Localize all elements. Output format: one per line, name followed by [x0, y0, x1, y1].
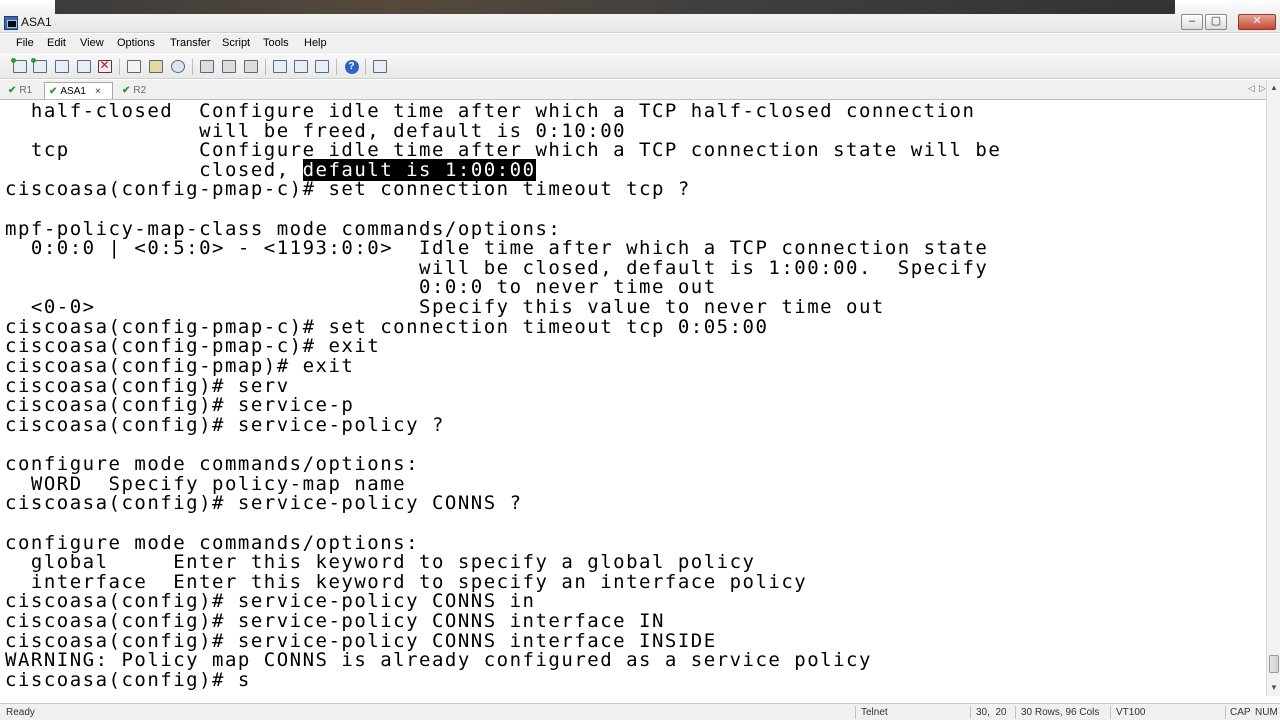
- terminal-line: WORD Specify policy-map name: [5, 473, 407, 495]
- terminal-scrollbar[interactable]: ▲ ▼: [1266, 80, 1280, 696]
- status-num-lock: NUM: [1255, 707, 1278, 718]
- status-divider: [970, 706, 971, 719]
- toolbar-separator: [365, 59, 366, 75]
- toolbar-separator: [265, 59, 266, 75]
- terminal-line: ciscoasa(config)# s: [5, 669, 251, 691]
- status-divider: [1110, 706, 1111, 719]
- paste-icon[interactable]: [147, 58, 164, 75]
- terminal-line: will be freed, default is 0:10:00: [5, 120, 627, 142]
- menu-bar: File Edit View Options Transfer Script T…: [0, 34, 1280, 54]
- menu-edit[interactable]: Edit: [47, 37, 66, 49]
- terminal-line: closed, default is 1:00:00: [5, 159, 536, 181]
- scrollbar-thumb[interactable]: [1269, 655, 1279, 673]
- minimize-button[interactable]: –: [1181, 14, 1203, 30]
- print-icon[interactable]: [198, 58, 215, 75]
- toolbar-separator: [192, 59, 193, 75]
- tab-close-icon[interactable]: ×: [95, 86, 101, 97]
- connect-tab-icon[interactable]: [53, 58, 70, 75]
- tab-asa1[interactable]: ✔ ASA1 ×: [44, 82, 113, 99]
- toolbar-separator: [336, 59, 337, 75]
- disconnect-icon[interactable]: [96, 58, 113, 75]
- terminal-line: ciscoasa(config)# service-policy CONNS i…: [5, 610, 665, 632]
- tab-label: R2: [133, 85, 147, 96]
- status-bar: Ready Telnet 30, 20 30 Rows, 96 Cols VT1…: [0, 703, 1280, 720]
- menu-help[interactable]: Help: [304, 37, 327, 49]
- terminal-line: ciscoasa(config-pmap-c)# exit: [5, 335, 381, 357]
- tab-r2[interactable]: ✔ R2: [118, 82, 150, 99]
- terminal-line: WARNING: Policy map CONNS is already con…: [5, 649, 872, 671]
- status-cursor-position: 30, 20: [976, 707, 1007, 718]
- terminal-line: ciscoasa(config)# service-policy CONNS ?: [5, 492, 523, 514]
- menu-view[interactable]: View: [80, 37, 104, 49]
- terminal-line: ciscoasa(config)# serv: [5, 375, 290, 397]
- status-divider: [1225, 706, 1226, 719]
- scroll-up-icon[interactable]: ▲: [1269, 83, 1279, 93]
- global-options-icon[interactable]: [292, 58, 309, 75]
- terminal-line: configure mode commands/options:: [5, 453, 420, 475]
- terminal-line: configure mode commands/options:: [5, 532, 420, 554]
- session-options-icon[interactable]: [271, 58, 288, 75]
- terminal-line: global Enter this keyword to specify a g…: [5, 551, 756, 573]
- window-title: ASA1: [21, 15, 52, 29]
- terminal-line: interface Enter this keyword to specify …: [5, 571, 808, 593]
- terminal-line: mpf-policy-map-class mode commands/optio…: [5, 218, 562, 240]
- connected-check-icon: ✔: [8, 85, 17, 96]
- help-icon[interactable]: ?: [343, 58, 360, 75]
- tab-label: ASA1: [60, 85, 86, 97]
- terminal-line: ciscoasa(config-pmap-c)# set connection …: [5, 178, 691, 200]
- reconnect-icon[interactable]: [75, 58, 92, 75]
- terminal-line: ciscoasa(config)# service-policy ?: [5, 414, 445, 436]
- keymap-icon[interactable]: [313, 58, 330, 75]
- toolbar: ?: [0, 55, 1280, 79]
- tab-scroll-right-icon[interactable]: ▷: [1259, 83, 1266, 94]
- terminal-line: will be closed, default is 1:00:00. Spec…: [5, 257, 989, 279]
- maximize-button[interactable]: ▢: [1205, 14, 1227, 30]
- print-setup-icon[interactable]: [242, 58, 259, 75]
- status-caps-lock: CAP: [1230, 707, 1251, 718]
- terminal-line: half-closed Configure idle time after wh…: [5, 101, 976, 122]
- title-bar: ASA1 – ▢ ✕: [0, 0, 1280, 33]
- tab-scroll-left-icon[interactable]: ◁: [1248, 83, 1255, 94]
- session-tab-bar: ✔ R1 ✔ ASA1 × ✔ R2 ◁ ▷: [0, 80, 1270, 100]
- terminal-line: ciscoasa(config)# service-p: [5, 394, 355, 416]
- close-button[interactable]: ✕: [1238, 14, 1276, 30]
- toolbar-separator: [119, 59, 120, 75]
- status-terminal-size: 30 Rows, 96 Cols: [1021, 707, 1100, 718]
- copy-icon[interactable]: [125, 58, 142, 75]
- connected-check-icon: ✔: [49, 85, 58, 97]
- lock-icon[interactable]: [371, 58, 388, 75]
- terminal-line: ciscoasa(config-pmap)# exit: [5, 355, 355, 377]
- title-bar-background: [55, 0, 1175, 14]
- terminal-line: tcp Configure idle time after which a TC…: [5, 139, 1002, 161]
- status-divider: [1015, 706, 1016, 719]
- quick-connect-icon[interactable]: [30, 58, 48, 75]
- menu-file[interactable]: File: [16, 37, 34, 49]
- status-ready: Ready: [6, 707, 35, 718]
- menu-tools[interactable]: Tools: [263, 37, 289, 49]
- terminal-line: ciscoasa(config)# service-policy CONNS i…: [5, 630, 717, 652]
- menu-script[interactable]: Script: [222, 37, 250, 49]
- connect-icon[interactable]: [10, 58, 28, 75]
- terminal-line: ciscoasa(config)# service-policy CONNS i…: [5, 590, 536, 612]
- status-emulation: VT100: [1116, 707, 1146, 718]
- terminal-line: <0-0> Specify this value to never time o…: [5, 296, 885, 318]
- terminal-line: 0:0:0 | <0:5:0> - <1193:0:0> Idle time a…: [5, 237, 989, 259]
- scroll-down-icon[interactable]: ▼: [1269, 683, 1279, 693]
- terminal-output[interactable]: half-closed Configure idle time after wh…: [0, 101, 1266, 696]
- tab-r1[interactable]: ✔ R1: [4, 82, 36, 99]
- status-protocol: Telnet: [861, 707, 888, 718]
- menu-options[interactable]: Options: [117, 37, 155, 49]
- app-icon[interactable]: [4, 16, 18, 30]
- terminal-line: 0:0:0 to never time out: [5, 276, 717, 298]
- status-divider: [855, 706, 856, 719]
- print-selection-icon[interactable]: [220, 58, 237, 75]
- terminal-line: ciscoasa(config-pmap-c)# set connection …: [5, 316, 769, 338]
- find-icon[interactable]: [169, 58, 186, 75]
- tab-label: R1: [19, 85, 33, 96]
- connected-check-icon: ✔: [122, 85, 131, 96]
- menu-transfer[interactable]: Transfer: [170, 37, 211, 49]
